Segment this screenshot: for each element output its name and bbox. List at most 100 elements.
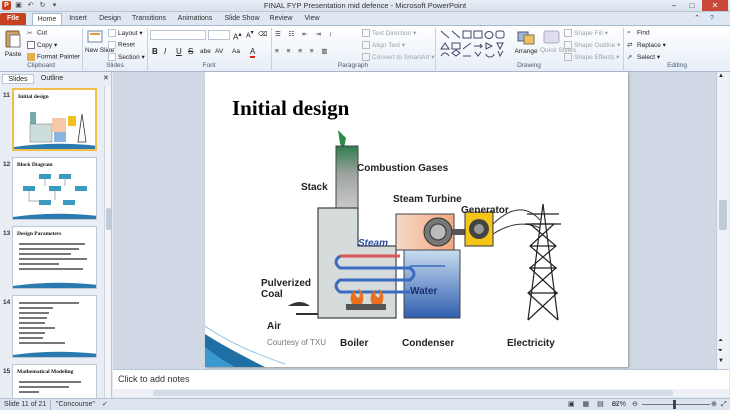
- thumbnail-text-line: [19, 258, 87, 260]
- copy-button[interactable]: Copy ▾: [27, 41, 57, 50]
- change-case-button[interactable]: Aa: [232, 48, 240, 55]
- select-button[interactable]: ➚ Select ▾: [627, 53, 660, 61]
- reset-button[interactable]: Reset: [108, 41, 135, 49]
- slide-thumbnail-15[interactable]: Mathematical Modeling: [12, 364, 97, 400]
- scroll-thumb[interactable]: [719, 200, 727, 230]
- strikethrough-button[interactable]: S: [188, 47, 193, 56]
- tab-file[interactable]: File: [0, 13, 26, 25]
- clear-formatting-icon[interactable]: ⌫: [258, 30, 267, 38]
- tab-slide-show[interactable]: Slide Show: [221, 13, 263, 25]
- slide-title[interactable]: Initial design: [232, 96, 349, 121]
- maximize-button[interactable]: □: [684, 0, 700, 11]
- zoom-in-icon[interactable]: ⊕: [711, 400, 717, 410]
- font-size-box[interactable]: [208, 30, 230, 40]
- scroll-thumb[interactable]: [106, 208, 111, 230]
- minimize-ribbon-icon[interactable]: ⌃: [692, 13, 702, 25]
- thumbnail-text-line: [19, 307, 53, 309]
- align-text-button[interactable]: Align Text ▾: [362, 41, 405, 50]
- thumbnail-title: Block Diagram: [17, 162, 53, 168]
- close-pane-icon[interactable]: ✕: [103, 74, 109, 82]
- zoom-slider[interactable]: [642, 404, 710, 405]
- thumbnail-text-line: [19, 386, 69, 388]
- shrink-font-button[interactable]: A▾: [246, 30, 254, 39]
- slide-canvas[interactable]: Initial design Combustion Gases Stack St…: [205, 72, 628, 367]
- bullets-numbering-buttons[interactable]: ☰ ☷ ⇤ ⇥ ↕: [275, 30, 335, 38]
- slide-thumbnail-12[interactable]: Block Diagram: [12, 157, 97, 220]
- slide-thumbnail-13[interactable]: Design Parameters: [12, 226, 97, 289]
- tab-insert[interactable]: Insert: [64, 13, 92, 25]
- format-painter-button[interactable]: Format Painter: [27, 53, 80, 61]
- thumbnail-text-line: [19, 327, 55, 329]
- theme-name: "Concourse": [56, 401, 95, 408]
- next-slide-icon[interactable]: ⏷: [718, 348, 723, 355]
- align-text-icon: [362, 41, 370, 50]
- status-bar: Slide 11 of 21 "Concourse" ✓ ▣ ▦ ▤ ▭ 82%…: [0, 398, 730, 410]
- slide-thumbnail-11[interactable]: Initial design: [12, 88, 97, 151]
- convert-smartart-button[interactable]: Convert to SmartArt ▾: [362, 53, 435, 62]
- arrange-icon: [517, 31, 535, 45]
- replace-button[interactable]: ⇄ Replace ▾: [627, 41, 666, 49]
- thumbnail-text-line: [19, 263, 59, 265]
- tab-transitions[interactable]: Transitions: [128, 13, 170, 25]
- font-group-label: Font: [202, 62, 216, 69]
- spell-check-icon[interactable]: ✓: [102, 400, 108, 410]
- tab-animations[interactable]: Animations: [174, 13, 216, 25]
- slide-number: 14: [3, 299, 11, 306]
- vertical-scrollbar[interactable]: ▲ ⏶ ⏷ ▼: [716, 72, 729, 369]
- power-plant-diagram[interactable]: [260, 128, 565, 353]
- tab-design[interactable]: Design: [96, 13, 124, 25]
- find-button[interactable]: ⌕ Find: [627, 29, 650, 37]
- help-icon[interactable]: ?: [706, 13, 718, 25]
- notes-placeholder[interactable]: Click to add notes: [118, 374, 190, 384]
- text-shadow-button[interactable]: abe: [200, 48, 211, 55]
- tab-home[interactable]: Home: [32, 13, 62, 25]
- ribbon: Paste ✂ Cut Copy ▾ Format Painter Clipboa…: [0, 25, 730, 72]
- fit-to-window-icon[interactable]: ⤢: [721, 400, 727, 410]
- notes-pane[interactable]: Click to add notes: [113, 369, 729, 389]
- scroll-up-icon[interactable]: ▲: [718, 73, 724, 79]
- scroll-thumb[interactable]: [153, 390, 673, 396]
- thumbnail-text-line: [19, 248, 79, 250]
- grow-font-button[interactable]: A▴: [233, 30, 242, 42]
- shape-fill-button[interactable]: Shape Fill ▾: [564, 29, 608, 38]
- tab-slides[interactable]: Slides: [2, 74, 34, 84]
- thumbnail-wave: [13, 213, 96, 219]
- underline-button[interactable]: U: [176, 47, 182, 56]
- tab-outline[interactable]: Outline: [36, 74, 68, 84]
- alignment-buttons[interactable]: ≡ ≡ ≡ ≡ ▥: [275, 47, 331, 55]
- tab-review[interactable]: Review: [266, 13, 296, 25]
- zoom-slider-handle[interactable]: [673, 400, 676, 409]
- new-slide-button[interactable]: New Slide: [85, 29, 114, 61]
- layout-button[interactable]: Layout ▾: [108, 29, 143, 38]
- tab-view[interactable]: View: [300, 13, 324, 25]
- paint-bucket-icon: [564, 29, 572, 38]
- thumbnail-text-line: [19, 337, 43, 339]
- shapes-gallery[interactable]: [439, 29, 507, 59]
- previous-slide-icon[interactable]: ⏶: [718, 338, 723, 345]
- thumbnail-scrollbar[interactable]: [104, 86, 111, 400]
- quick-styles-button[interactable]: Quick Styles: [540, 29, 576, 63]
- bold-button[interactable]: B: [152, 47, 158, 56]
- minimize-button[interactable]: –: [666, 0, 682, 11]
- section-button[interactable]: Section ▾: [108, 53, 145, 62]
- ribbon-tabs: File Home Insert Design Transitions Anim…: [0, 12, 730, 25]
- scroll-down-icon[interactable]: ▼: [718, 358, 724, 364]
- font-color-button[interactable]: A: [250, 47, 256, 58]
- horizontal-scrollbar[interactable]: [113, 389, 729, 397]
- font-name-box[interactable]: [150, 30, 206, 40]
- shape-outline-button[interactable]: Shape Outline ▾: [564, 41, 620, 50]
- paste-button[interactable]: Paste: [2, 29, 24, 59]
- thumbnail-block-diagram: [23, 174, 87, 205]
- italic-button[interactable]: I: [164, 47, 166, 56]
- thumbnail-text-line: [19, 342, 65, 344]
- zoom-out-icon[interactable]: ⊖: [632, 400, 638, 410]
- character-spacing-button[interactable]: AV: [215, 48, 223, 55]
- window-title: FINAL FYP Presentation mid defence - Mic…: [263, 1, 467, 10]
- shape-effects-button[interactable]: Shape Effects ▾: [564, 53, 619, 62]
- close-button[interactable]: ✕: [702, 0, 728, 11]
- text-direction-button[interactable]: Text Direction ▾: [362, 29, 416, 38]
- cut-button[interactable]: ✂ Cut: [27, 29, 47, 37]
- zoom-level[interactable]: 82%: [612, 400, 626, 410]
- arrange-button[interactable]: Arrange: [513, 29, 539, 61]
- slide-thumbnail-14[interactable]: [12, 295, 97, 358]
